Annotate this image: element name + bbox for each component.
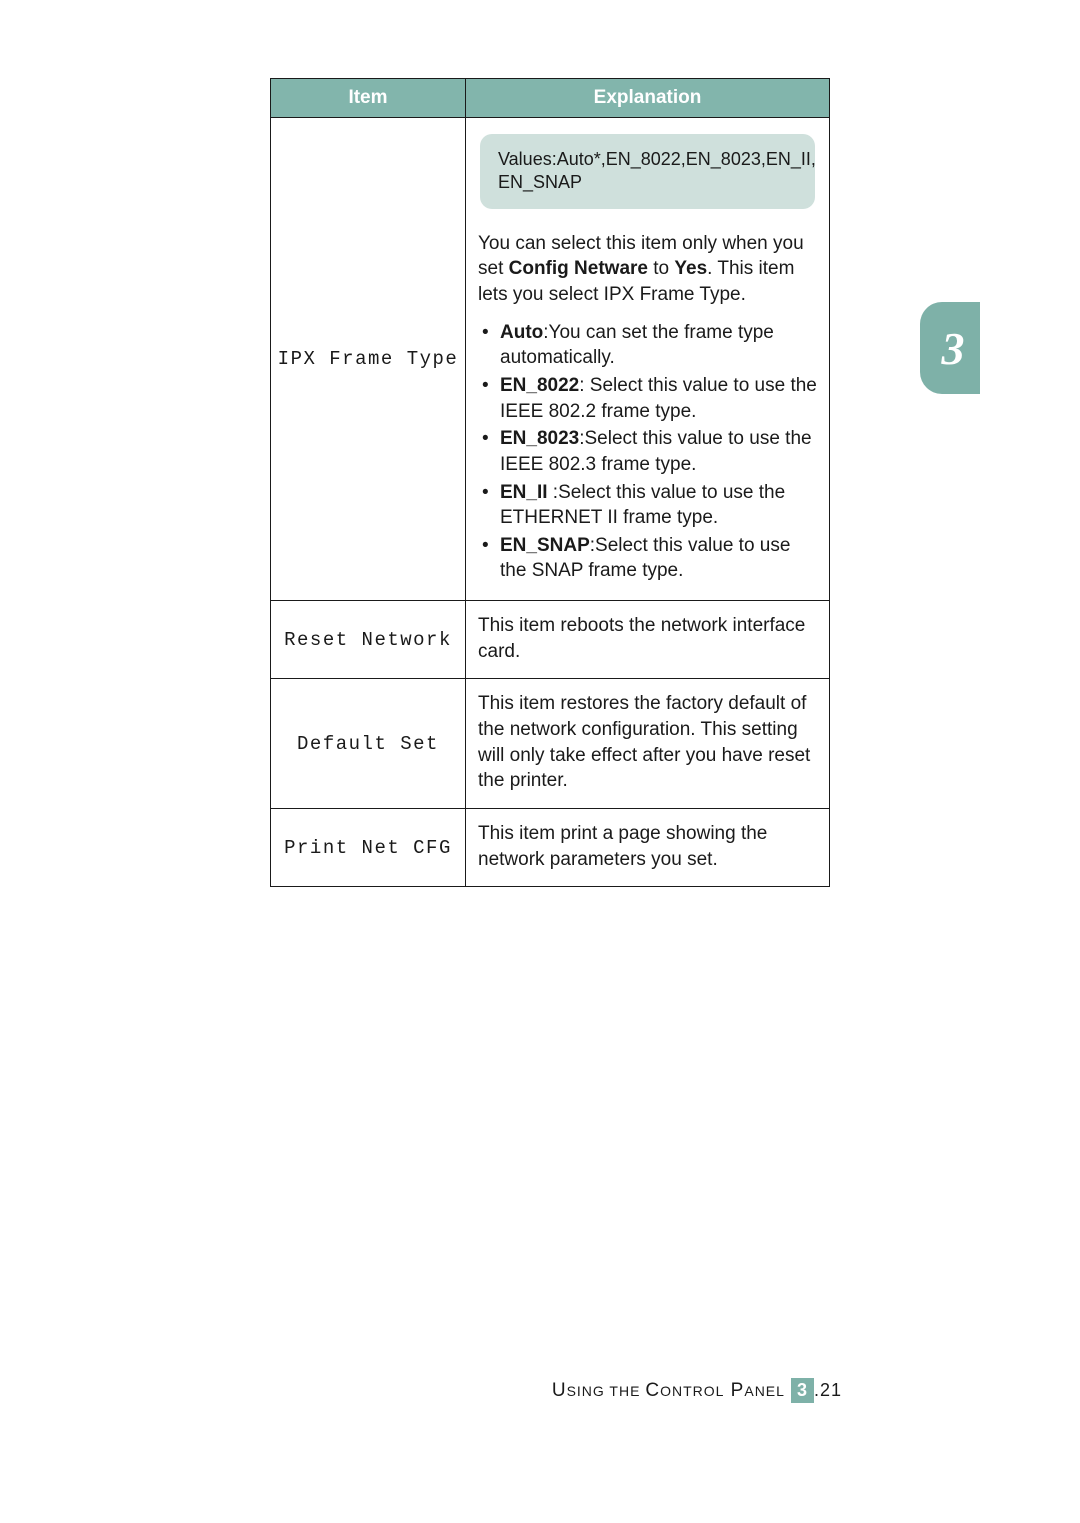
table-row: Print Net CFG This item print a page sho… (271, 808, 830, 886)
bullet-label: EN_II (500, 482, 548, 503)
item-name-default-set: Default Set (271, 679, 466, 809)
values-box: Values:Auto*,EN_8022,EN_8023,EN_II, EN_S… (480, 134, 815, 209)
bullet-list: Auto:You can set the frame type automati… (478, 320, 817, 584)
page-number: 3.21 (791, 1378, 842, 1403)
bullet-label: EN_8023 (500, 428, 579, 449)
bullet-label: EN_8022 (500, 375, 579, 396)
table-row: Reset Network This item reboots the netw… (271, 601, 830, 679)
table-row: IPX Frame Type Values:Auto*,EN_8022,EN_8… (271, 118, 830, 601)
col-header-explanation: Explanation (466, 79, 830, 118)
page-no: 21 (820, 1380, 842, 1400)
intro-paragraph: You can select this item only when you s… (478, 231, 817, 308)
list-item: EN_SNAP:Select this value to use the SNA… (482, 533, 817, 584)
list-item: Auto:You can set the frame type automati… (482, 320, 817, 371)
item-explanation: This item reboots the network interface … (466, 601, 830, 679)
text: to (648, 258, 674, 279)
chapter-tab: 3 (920, 302, 980, 394)
bullet-label: EN_SNAP (500, 535, 590, 556)
footer-text: USING THE CONTROL PANEL (552, 1380, 785, 1402)
bold-text: Config Netware (509, 258, 648, 279)
item-name-ipx-frame-type: IPX Frame Type (271, 118, 466, 601)
list-item: EN_8023:Select this value to use the IEE… (482, 426, 817, 477)
list-item: EN_8022: Select this value to use the IE… (482, 373, 817, 424)
bullet-label: Auto (500, 322, 543, 343)
item-explanation: This item print a page showing the netwo… (466, 808, 830, 886)
settings-table-container: Item Explanation IPX Frame Type Values:A… (270, 78, 830, 887)
col-header-item: Item (271, 79, 466, 118)
chapter-number-box: 3 (791, 1378, 814, 1403)
item-name-reset-network: Reset Network (271, 601, 466, 679)
bold-text: Yes (674, 258, 707, 279)
page-footer: USING THE CONTROL PANEL 3.21 (552, 1378, 842, 1403)
table-row: Default Set This item restores the facto… (271, 679, 830, 809)
list-item: EN_II :Select this value to use the ETHE… (482, 480, 817, 531)
settings-table: Item Explanation IPX Frame Type Values:A… (270, 78, 830, 887)
item-name-print-net-cfg: Print Net CFG (271, 808, 466, 886)
item-explanation: This item restores the factory default o… (466, 679, 830, 809)
item-explanation: Values:Auto*,EN_8022,EN_8023,EN_II, EN_S… (466, 118, 830, 601)
